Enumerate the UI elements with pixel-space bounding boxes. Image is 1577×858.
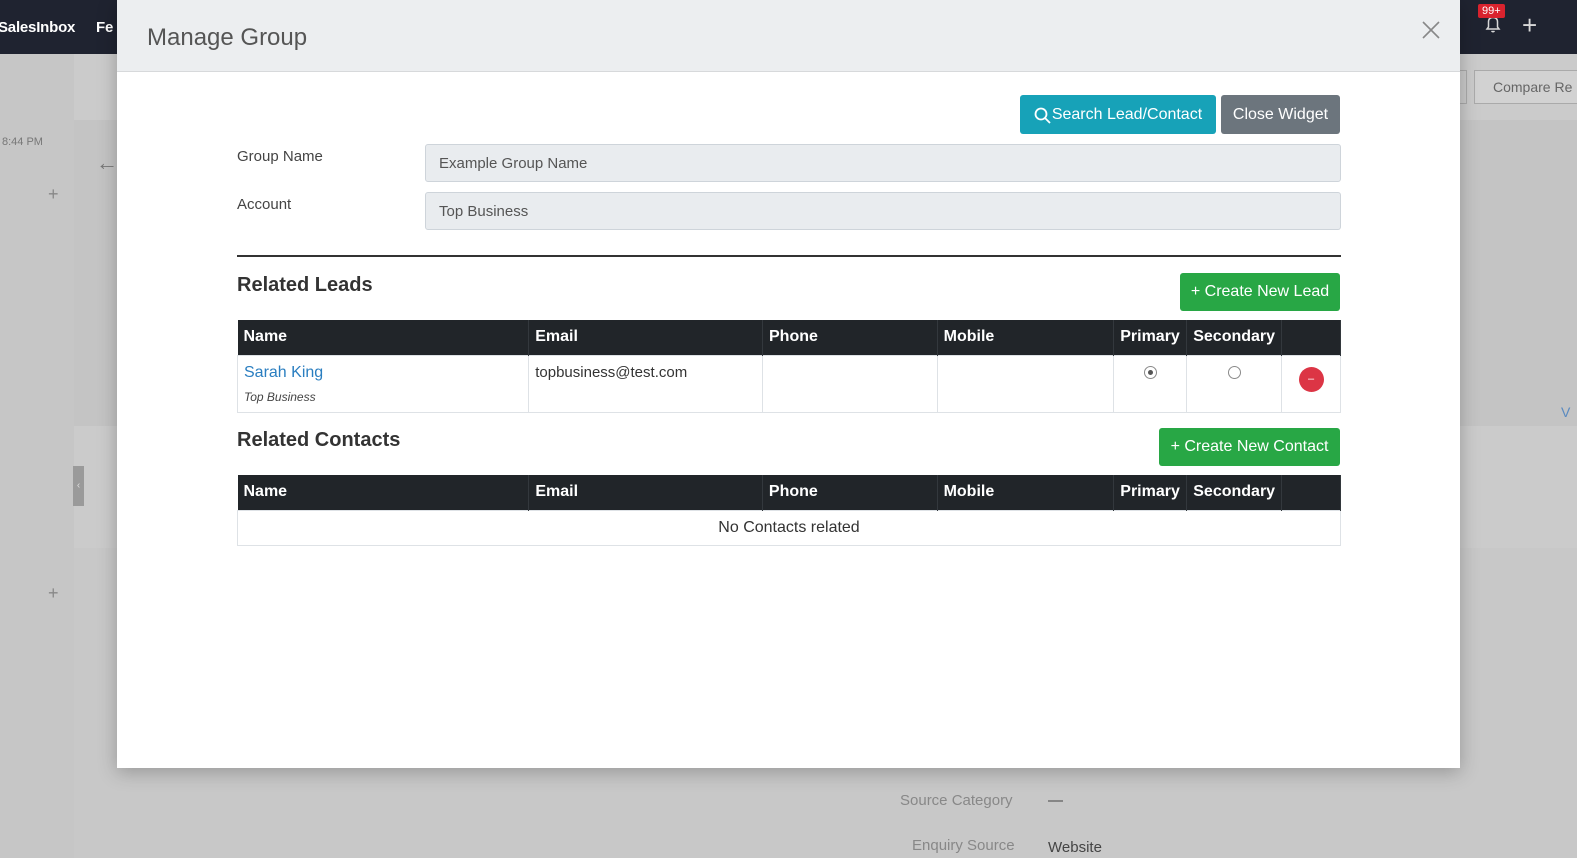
timestamp: 8:44 PM — [2, 136, 43, 148]
column-header-phone: Phone — [762, 475, 938, 510]
manage-group-modal: Manage Group Search Lead/Contact Close W… — [117, 0, 1460, 768]
column-header-phone: Phone — [762, 320, 938, 355]
related-contacts-title: Related Contacts — [237, 429, 401, 451]
secondary-radio[interactable] — [1227, 365, 1241, 379]
nav-feeds[interactable]: Fe — [96, 19, 113, 36]
lead-mobile-cell — [936, 354, 1115, 413]
no-contacts-message: No Contacts related — [237, 509, 1341, 546]
close-icon[interactable] — [1417, 16, 1445, 44]
search-button-label: Search Lead/Contact — [1051, 106, 1203, 123]
table-header-row: Name Email Phone Mobile Primary Secondar… — [237, 320, 1341, 355]
column-header-primary: Primary — [1113, 475, 1188, 510]
column-header-secondary: Secondary — [1186, 475, 1283, 510]
related-contacts-table: Name Email Phone Mobile Primary Secondar… — [237, 475, 1341, 546]
table-header-row: Name Email Phone Mobile Primary Secondar… — [237, 475, 1341, 510]
create-new-contact-button[interactable]: + Create New Contact — [1159, 428, 1340, 466]
column-header-name: Name — [237, 320, 530, 355]
search-lead-contact-button[interactable]: Search Lead/Contact — [1020, 95, 1216, 134]
related-leads-table: Name Email Phone Mobile Primary Secondar… — [236, 320, 1341, 413]
source-category-label: Source Category — [900, 792, 1013, 809]
lead-email-cell: topbusiness@test.com — [528, 354, 763, 413]
lead-action-cell: – — [1281, 354, 1341, 413]
column-header-mobile: Mobile — [937, 320, 1115, 355]
column-header-primary: Primary — [1113, 320, 1188, 355]
column-header-email: Email — [528, 475, 763, 510]
enquiry-source-value: Website — [1048, 839, 1102, 856]
lead-primary-cell — [1113, 354, 1188, 413]
edge-link[interactable]: V — [1561, 404, 1570, 420]
toolbar-button-edge[interactable] — [1460, 70, 1467, 104]
column-header-mobile: Mobile — [937, 475, 1115, 510]
primary-radio[interactable] — [1143, 365, 1157, 379]
collapse-handle-icon[interactable]: ‹ — [73, 466, 84, 506]
group-name-label: Group Name — [237, 148, 323, 165]
back-arrow-icon[interactable]: ← — [96, 150, 118, 176]
add-icon[interactable]: + — [1522, 10, 1537, 41]
add-icon[interactable]: + — [48, 184, 59, 205]
column-header-name: Name — [237, 475, 530, 510]
group-name-field[interactable] — [425, 144, 1341, 182]
compare-button[interactable]: Compare Re — [1474, 70, 1577, 104]
column-header-secondary: Secondary — [1186, 320, 1283, 355]
table-row: Sarah King Top Business topbusiness@test… — [236, 354, 1341, 413]
source-category-value: — — [1048, 792, 1063, 809]
modal-title: Manage Group — [147, 24, 308, 51]
lead-name-cell: Sarah King Top Business — [236, 354, 530, 413]
lead-phone-cell — [762, 354, 938, 413]
add-icon[interactable]: + — [48, 583, 59, 604]
column-header-actions — [1281, 475, 1341, 510]
lead-account: Top Business — [244, 389, 316, 404]
lead-secondary-cell — [1186, 354, 1283, 413]
table-row-empty: No Contacts related — [237, 509, 1341, 546]
close-widget-button[interactable]: Close Widget — [1221, 95, 1340, 134]
notification-badge: 99+ — [1478, 4, 1505, 18]
related-leads-title: Related Leads — [237, 274, 373, 296]
nav-salesinbox[interactable]: SalesInbox — [0, 19, 75, 36]
modal-header: Manage Group — [117, 0, 1460, 72]
account-field[interactable] — [425, 192, 1341, 230]
remove-lead-button[interactable]: – — [1298, 366, 1324, 392]
divider — [237, 255, 1341, 257]
create-new-lead-button[interactable]: + Create New Lead — [1180, 273, 1340, 311]
enquiry-source-label: Enquiry Source — [912, 837, 1015, 854]
column-header-email: Email — [528, 320, 763, 355]
left-rail — [0, 54, 74, 858]
lead-name-link[interactable]: Sarah King — [244, 364, 522, 382]
search-icon — [1034, 107, 1051, 124]
column-header-actions — [1281, 320, 1341, 355]
account-label: Account — [237, 196, 292, 213]
